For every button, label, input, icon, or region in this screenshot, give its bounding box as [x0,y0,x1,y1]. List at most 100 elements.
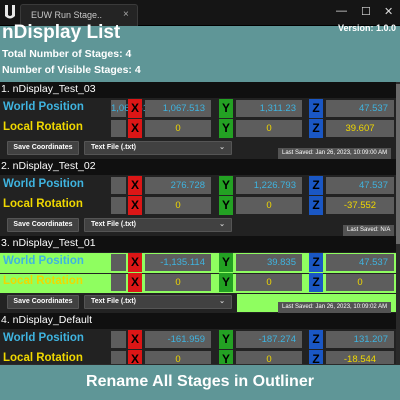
pos-z-field[interactable]: 47.537 [326,177,394,194]
header-panel: nDisplay List Version: 1.0.0 Total Numbe… [0,22,400,82]
rot-z-value: 0 [357,277,363,288]
pos-x-value: 1,067.513 [162,103,205,114]
pos-y-value: -187.274 [258,334,296,345]
y-axis-icon: Y [219,196,233,215]
rename-all-button[interactable]: Rename All Stages in Outliner [0,364,400,400]
scrollbar-thumb[interactable] [396,84,400,244]
pos-x-field[interactable]: 276.728 [145,177,211,194]
rot-x-field[interactable] [111,274,126,291]
last-saved-label: Last Saved: N/A [343,225,395,236]
file-type-dropdown[interactable]: Text File (.txt) ⌄ [84,295,232,309]
pos-x-field[interactable] [111,331,126,348]
pos-z-value: 47.537 [358,180,388,191]
stage-header[interactable]: 3. nDisplay_Test_01 [0,236,400,252]
y-axis-icon: Y [219,99,233,118]
rot-x-field[interactable] [111,197,126,214]
world-position-label: World Position [3,178,84,190]
rot-z-field[interactable]: 0 [326,274,394,291]
scrollbar[interactable] [396,82,400,364]
pos-x-field[interactable]: -1,135.114 [145,254,211,271]
pos-x-value: 276.728 [170,180,205,191]
rot-y-field[interactable]: 0 [236,120,302,137]
stage-header[interactable]: 2. nDisplay_Test_02 [0,159,400,175]
chevron-down-icon: ⌄ [219,221,225,228]
rot-z-field[interactable]: -37.552 [326,197,394,214]
maximize-icon[interactable]: ☐ [361,5,371,18]
stage-header[interactable]: 4. nDisplay_Default [0,313,400,329]
rot-x-value: 0 [175,200,181,211]
save-coordinates-button[interactable]: Save Coordinates [7,218,79,232]
visible-stages-label: Number of Visible Stages: 4 [2,64,141,76]
minimize-icon[interactable]: — [336,5,347,17]
stage-item: 4. nDisplay_Default World Position X -16… [0,313,400,364]
pos-z-field[interactable]: 131.207 [326,331,394,348]
pos-x-field[interactable] [111,254,126,271]
rot-z-field[interactable]: 39.607 [326,120,394,137]
z-axis-icon: Z [309,99,323,118]
rot-x-field[interactable]: 0 [145,197,211,214]
rot-y-value: 0 [266,200,272,211]
z-axis-icon: Z [309,330,323,349]
rot-y-field[interactable]: 0 [236,351,302,364]
unreal-logo-icon [5,5,15,19]
pos-x-field[interactable]: -161.959 [145,331,211,348]
pos-x-field[interactable] [111,177,126,194]
x-axis-icon: X [128,176,142,195]
stage-name: 2. nDisplay_Test_02 [1,160,96,172]
save-coordinates-button[interactable]: Save Coordinates [7,295,79,309]
pos-z-field[interactable]: 47.537 [326,100,394,117]
file-type-dropdown[interactable]: Text File (.txt) ⌄ [84,141,232,155]
pos-x-field[interactable]: 1,067.513 [145,100,211,117]
tab-title: EUW Run Stage.. [31,10,103,20]
rot-x-field[interactable] [111,120,126,137]
pos-y-value: 1,311.23 [259,103,296,114]
pos-x-value: -1,135.114 [160,257,205,268]
rot-x-field[interactable]: 0 [145,120,211,137]
local-rotation-label: Local Rotation [3,275,83,287]
pos-y-field[interactable]: 1,226.793 [236,177,302,194]
file-type-dropdown[interactable]: Text File (.txt) ⌄ [84,218,232,232]
close-window-icon[interactable]: ✕ [384,5,393,18]
pos-y-field[interactable]: -187.274 [236,331,302,348]
pos-x-field[interactable]: 1,067.513 [111,100,153,117]
rot-z-value: -18.544 [343,354,377,364]
stage-header[interactable]: 1. nDisplay_Test_03 [0,82,400,98]
x-axis-icon: X [128,253,142,272]
local-rotation-row: Local Rotation X 0 Y 0 Z 39.607 [0,119,400,138]
close-tab-icon[interactable]: × [123,9,129,20]
rot-x-field[interactable]: 0 [145,351,211,364]
rot-y-field[interactable]: 0 [236,197,302,214]
rot-x-field[interactable]: 0 [145,274,211,291]
rot-x-value: 0 [175,123,181,134]
world-position-row: World Position 1,067.513 X 1,067.513 Y 1… [0,99,400,118]
y-axis-icon: Y [219,176,233,195]
rot-z-value: 39.607 [345,123,375,134]
z-axis-icon: Z [309,176,323,195]
rot-x-field[interactable] [111,351,126,364]
world-position-row: World Position X -161.959 Y -187.274 Z 1… [0,330,400,349]
rot-y-value: 0 [266,277,272,288]
z-axis-icon: Z [309,350,323,364]
rot-z-value: -37.552 [343,200,377,211]
y-axis-icon: Y [219,273,233,292]
pos-z-value: 47.537 [358,103,388,114]
rot-y-field[interactable]: 0 [236,274,302,291]
pos-z-field[interactable]: 47.537 [326,254,394,271]
z-axis-icon: Z [309,196,323,215]
pos-y-field[interactable]: 39.835 [236,254,302,271]
world-position-row: World Position X 276.728 Y 1,226.793 Z 4… [0,176,400,195]
pos-x-value: -161.959 [167,334,205,345]
x-axis-icon: X [128,350,142,364]
stage-name: 3. nDisplay_Test_01 [1,237,96,249]
file-type-value: Text File (.txt) [91,298,136,305]
local-rotation-label: Local Rotation [3,121,83,133]
pos-y-field[interactable]: 1,311.23 [236,100,302,117]
rot-x-value: 0 [175,277,181,288]
pos-z-value: 47.537 [358,257,388,268]
pos-y-value: 39.835 [266,257,296,268]
pos-z-value: 131.207 [353,334,388,345]
z-axis-icon: Z [309,273,323,292]
rot-x-value: 0 [175,354,181,364]
save-coordinates-button[interactable]: Save Coordinates [7,141,79,155]
rot-z-field[interactable]: -18.544 [326,351,394,364]
